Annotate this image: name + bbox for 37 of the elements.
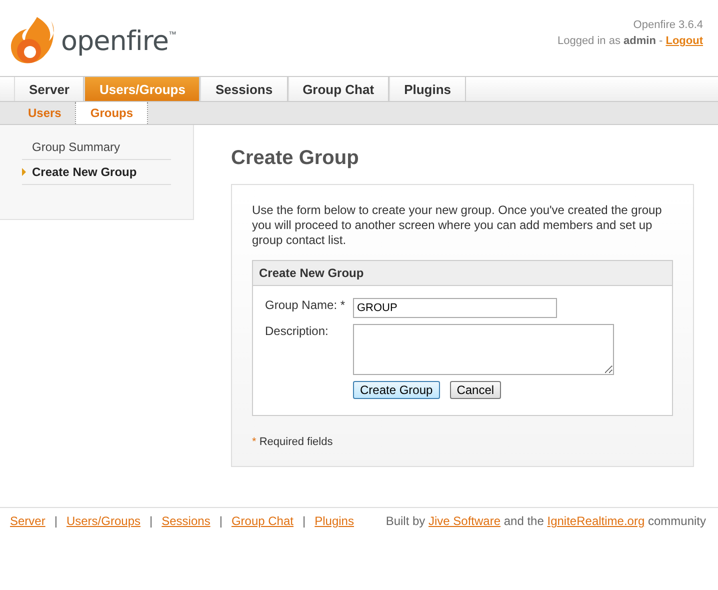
- nav-tab[interactable]: Server: [14, 77, 84, 101]
- sidebar-item[interactable]: Create New Group: [22, 160, 171, 185]
- arrow-icon: [22, 168, 26, 176]
- footer-link[interactable]: Users/Groups: [66, 514, 140, 528]
- logo-text: openfire: [61, 26, 169, 56]
- group-name-label: Group Name: *: [265, 298, 346, 314]
- page-title: Create Group: [231, 147, 360, 170]
- footer-link[interactable]: Sessions: [162, 514, 210, 528]
- link-divider: |: [302, 514, 306, 528]
- footer-link[interactable]: Group Chat: [231, 514, 294, 528]
- cancel-button[interactable]: Cancel: [450, 381, 502, 399]
- credit-text: Built by Jive Software and the IgniteRealtime.org community: [386, 514, 706, 528]
- trademark-text: ™: [168, 30, 177, 39]
- footer-link[interactable]: Server: [10, 514, 46, 528]
- sub-tab[interactable]: Users: [14, 102, 76, 124]
- logout-link[interactable]: Logout: [666, 35, 703, 47]
- group-name-field[interactable]: GROUP: [353, 298, 557, 318]
- nav-tab[interactable]: Plugins: [389, 77, 466, 101]
- required-fields-note: * Required fields: [252, 436, 334, 448]
- login-status-text: Logged in as admin -: [557, 35, 663, 47]
- description-field[interactable]: [353, 324, 614, 375]
- version-text: Openfire 3.6.4: [632, 18, 703, 33]
- nav-tab[interactable]: Group Chat: [288, 77, 390, 101]
- nav-tab[interactable]: Users/Groups: [84, 77, 200, 101]
- form-header: Create New Group: [253, 261, 672, 286]
- link-divider: |: [219, 514, 222, 528]
- link-divider: |: [54, 514, 58, 528]
- sidebar-item[interactable]: Group Summary: [22, 135, 171, 160]
- nav-tab[interactable]: Sessions: [200, 77, 288, 101]
- create-group-button[interactable]: Create Group: [353, 381, 440, 399]
- intro-text: Use the form below to create your new group. Once you've created the group you will proceed to another screen where you can add members and set up group contact list.: [252, 203, 663, 248]
- description-label: Description:: [265, 324, 330, 340]
- link-divider: |: [150, 514, 153, 528]
- footer-link[interactable]: Plugins: [314, 514, 354, 528]
- jive-link[interactable]: Jive Software: [428, 514, 501, 528]
- ignite-link[interactable]: IgniteRealtime.org: [547, 514, 645, 528]
- sub-tab[interactable]: Groups: [75, 102, 148, 124]
